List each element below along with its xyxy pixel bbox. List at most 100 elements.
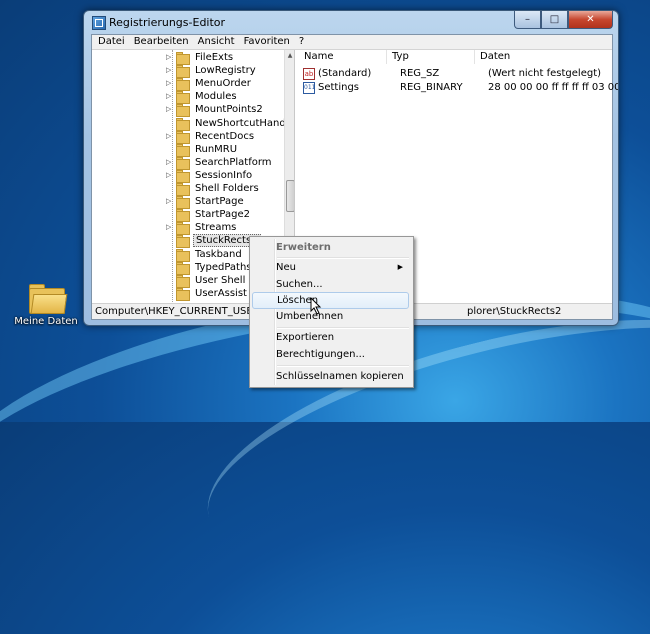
minimize-button[interactable]: –	[514, 11, 541, 29]
menu-separator	[277, 365, 409, 367]
folder-icon	[176, 261, 190, 275]
tree-item[interactable]: Taskband	[166, 248, 244, 262]
scroll-thumb[interactable]	[286, 180, 294, 212]
tree-item-label: SearchPlatform	[195, 156, 272, 168]
folder-icon	[176, 65, 190, 79]
table-row[interactable]: 011 Settings REG_BINARY 28 00 00 00 ff ff f…	[299, 81, 618, 94]
column-header-type[interactable]: Typ	[387, 50, 475, 64]
value-name: (Standard)	[318, 68, 372, 79]
tree-item-label: SessionInfo	[195, 169, 253, 181]
folder-icon	[176, 143, 190, 157]
menu-help[interactable]: ?	[295, 35, 309, 49]
folder-icon	[176, 274, 190, 288]
menu-item-schluesselnamen-kopieren[interactable]: Schlüsselnamen kopieren	[252, 368, 409, 385]
table-row[interactable]: ab (Standard) REG_SZ (Wert nicht festgelegt…	[299, 67, 618, 80]
tree-item[interactable]: ▷ Streams	[166, 221, 238, 236]
tree-item[interactable]: StuckRects2	[166, 234, 261, 249]
menu-item-label: Neu	[276, 262, 296, 273]
menu-item-berechtigungen[interactable]: Berechtigungen...	[252, 346, 409, 363]
tree-item-label: MenuOrder	[195, 78, 251, 90]
submenu-arrow-icon: ▶	[397, 263, 403, 271]
folder-icon	[176, 156, 190, 170]
expand-arrow-icon[interactable]: ▷	[166, 79, 172, 88]
tree-item[interactable]: ▷ FileExts	[166, 51, 235, 65]
tree-item[interactable]: ▷ SearchPlatform	[166, 156, 274, 170]
menu-ansicht[interactable]: Ansicht	[194, 35, 240, 49]
value-name: Settings	[318, 82, 360, 93]
folder-icon	[176, 78, 190, 92]
folder-icon	[176, 183, 190, 196]
tree-item[interactable]: ▷ MountPoints2	[166, 103, 265, 118]
menu-item-loeschen[interactable]: Löschen	[252, 292, 409, 309]
expand-arrow-icon[interactable]: ▷	[166, 132, 172, 141]
tree-item[interactable]: StartPage2	[166, 208, 252, 223]
tree-item[interactable]: ▷ SessionInfo	[166, 169, 254, 183]
desktop-icon-meine-daten[interactable]: Meine Daten	[14, 278, 78, 327]
desktop-icon-label: Meine Daten	[14, 316, 78, 327]
expand-arrow-icon[interactable]: ▷	[166, 53, 172, 62]
binary-value-icon: 011	[303, 81, 315, 94]
tree-item-label: Shell Folders	[195, 183, 259, 194]
context-menu: Erweitern Neu ▶ Suchen... Löschen Umbene…	[249, 236, 414, 388]
value-type: REG_BINARY	[400, 82, 463, 93]
value-data: (Wert nicht festgelegt)	[488, 68, 602, 79]
expand-arrow-icon[interactable]: ▷	[166, 66, 172, 75]
folder-icon	[176, 235, 190, 249]
tree-item-label: TypedPaths	[195, 261, 252, 273]
folder-icon	[176, 130, 190, 144]
maximize-button[interactable]: □	[541, 11, 568, 29]
window-title: Registrierungs-Editor	[109, 16, 226, 29]
tree-item[interactable]: TypedPaths	[166, 261, 254, 275]
title-bar[interactable]: Registrierungs-Editor – □ ✕	[84, 11, 618, 33]
menu-item-erweitern[interactable]: Erweitern	[252, 239, 409, 256]
expand-arrow-icon[interactable]: ▷	[166, 171, 172, 180]
tree-item[interactable]: NewShortcutHandlers	[166, 117, 295, 131]
tree-item[interactable]: Shell Folders	[166, 182, 261, 196]
menu-bearbeiten[interactable]: Bearbeiten	[130, 35, 194, 49]
tree-item-label: UserAssist	[195, 287, 247, 299]
close-button[interactable]: ✕	[568, 11, 613, 29]
scroll-up-arrow-icon[interactable]: ▲	[286, 52, 294, 60]
tree-item-label: FileExts	[195, 52, 234, 63]
tree-item-label: StartPage	[195, 196, 244, 208]
folder-icon	[176, 209, 190, 223]
tree-item-label: RunMRU	[195, 143, 238, 155]
expand-arrow-icon[interactable]: ▷	[166, 158, 172, 167]
column-header-data[interactable]: Daten	[475, 50, 611, 64]
tree-item[interactable]: ▷ RecentDocs	[166, 130, 256, 144]
tree-item[interactable]: ▷ LowRegistry	[166, 64, 258, 79]
column-header-name[interactable]: Name	[299, 50, 387, 64]
menu-datei[interactable]: Datei	[94, 35, 130, 49]
folder-icon	[176, 104, 190, 118]
folder-icon	[176, 169, 190, 183]
expand-arrow-icon[interactable]: ▷	[166, 197, 172, 206]
menu-item-exportieren[interactable]: Exportieren	[252, 329, 409, 346]
tree-item[interactable]: RunMRU	[166, 143, 239, 157]
tree-item[interactable]: ▷ StartPage	[166, 195, 246, 210]
regedit-app-icon	[92, 16, 106, 30]
tree-item[interactable]: UserAssist	[166, 287, 249, 301]
tree-item[interactable]: ▷ Modules	[166, 90, 239, 105]
expand-arrow-icon[interactable]: ▷	[166, 223, 172, 232]
tree-item[interactable]: ▷ MenuOrder	[166, 77, 253, 92]
menu-favoriten[interactable]: Favoriten	[240, 35, 295, 49]
value-type: REG_SZ	[400, 68, 440, 79]
expand-arrow-icon[interactable]: ▷	[166, 92, 172, 101]
folder-icon	[176, 287, 190, 301]
folder-icon	[176, 222, 190, 236]
menu-item-umbenennen[interactable]: Umbenennen	[252, 308, 409, 325]
string-value-icon: ab	[303, 67, 315, 80]
expand-arrow-icon[interactable]: ▷	[166, 105, 172, 114]
tree-item-label: NewShortcutHandlers	[195, 117, 295, 129]
menu-item-neu[interactable]: Neu ▶	[252, 259, 409, 276]
folder-icon	[176, 117, 190, 131]
status-path-right: plorer\StuckRects2	[467, 306, 562, 317]
menu-item-suchen[interactable]: Suchen...	[252, 276, 409, 293]
